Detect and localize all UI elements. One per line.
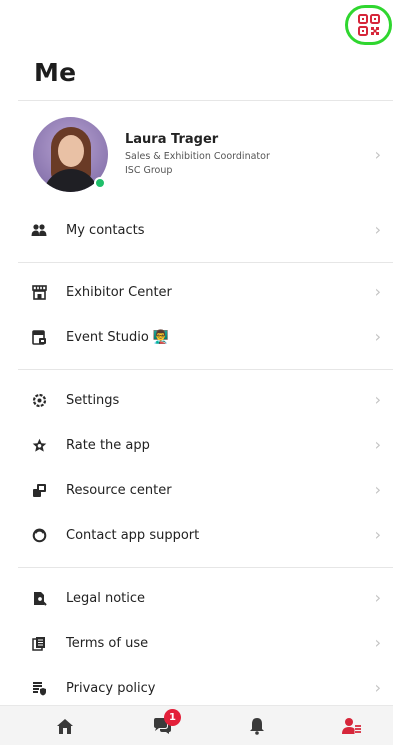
- chevron-right-icon: ›: [374, 220, 381, 239]
- chevron-right-icon: ›: [374, 588, 381, 607]
- chevron-right-icon: ›: [374, 633, 381, 652]
- menu-item-legal-notice[interactable]: Legal notice ›: [0, 582, 393, 618]
- store-icon: [31, 284, 47, 300]
- home-icon: [57, 718, 73, 734]
- menu-item-privacy-policy[interactable]: Privacy policy ›: [0, 672, 393, 708]
- chevron-right-icon: ›: [374, 145, 381, 164]
- menu-item-label: Resource center: [66, 483, 172, 498]
- bottom-navigation: 1: [0, 705, 393, 745]
- profile-icon: [342, 718, 361, 734]
- nav-profile-button[interactable]: [322, 706, 382, 745]
- nav-home-button[interactable]: [35, 706, 95, 745]
- chevron-right-icon: ›: [374, 678, 381, 697]
- divider: [18, 262, 393, 263]
- star-icon: [31, 437, 47, 453]
- nav-notifications-button[interactable]: [227, 706, 287, 745]
- menu-item-rate-the-app[interactable]: Rate the app ›: [0, 429, 393, 465]
- chevron-right-icon: ›: [374, 435, 381, 454]
- chevron-right-icon: ›: [374, 282, 381, 301]
- resource-icon: [31, 482, 47, 498]
- menu-item-resource-center[interactable]: Resource center ›: [0, 474, 393, 510]
- privacy-icon: [31, 680, 47, 696]
- profile-company: ISC Group: [125, 165, 173, 176]
- chevron-right-icon: ›: [374, 480, 381, 499]
- menu-item-exhibitor-center[interactable]: Exhibitor Center ›: [0, 276, 393, 312]
- menu-item-label: My contacts: [66, 223, 145, 238]
- menu-item-contact-app-support[interactable]: Contact app support ›: [0, 519, 393, 555]
- legal-icon: [31, 590, 47, 606]
- gear-icon: [31, 392, 47, 408]
- qr-code-icon: [357, 14, 380, 36]
- divider: [18, 369, 393, 370]
- nav-messages-button[interactable]: 1: [132, 706, 192, 745]
- unread-badge: 1: [164, 709, 181, 726]
- support-icon: [31, 527, 47, 543]
- menu-item-label: Settings: [66, 393, 120, 408]
- menu-item-label: Rate the app: [66, 438, 150, 453]
- page-title: Me: [34, 58, 77, 87]
- contacts-icon: [31, 222, 47, 238]
- menu-item-event-studio[interactable]: Event Studio 👨‍🏫 ›: [0, 321, 393, 357]
- menu-item-label: Event Studio 👨‍🏫: [66, 330, 170, 345]
- menu-item-label: Legal notice: [66, 591, 146, 606]
- online-status-indicator: [94, 177, 106, 189]
- document-icon: [31, 635, 47, 651]
- divider: [18, 567, 393, 568]
- profile-role: Sales & Exhibition Coordinator: [125, 151, 270, 162]
- menu-item-terms-of-use[interactable]: Terms of use ›: [0, 627, 393, 663]
- menu-item-label: Contact app support: [66, 528, 200, 543]
- menu-item-settings[interactable]: Settings ›: [0, 384, 393, 420]
- qr-code-button[interactable]: [345, 5, 392, 45]
- menu-item-label: Terms of use: [66, 636, 149, 651]
- chevron-right-icon: ›: [374, 525, 381, 544]
- top-bar: [0, 0, 393, 55]
- menu-item-label: Exhibitor Center: [66, 285, 172, 300]
- menu-item-my-contacts[interactable]: My contacts ›: [0, 214, 393, 250]
- bell-icon: [250, 718, 264, 735]
- menu-item-label: Privacy policy: [66, 681, 156, 696]
- chevron-right-icon: ›: [374, 390, 381, 409]
- profile-card[interactable]: Laura Trager Sales & Exhibition Coordina…: [0, 101, 393, 211]
- event-studio-icon: [31, 329, 47, 345]
- profile-name: Laura Trager: [125, 132, 219, 147]
- chevron-right-icon: ›: [374, 327, 381, 346]
